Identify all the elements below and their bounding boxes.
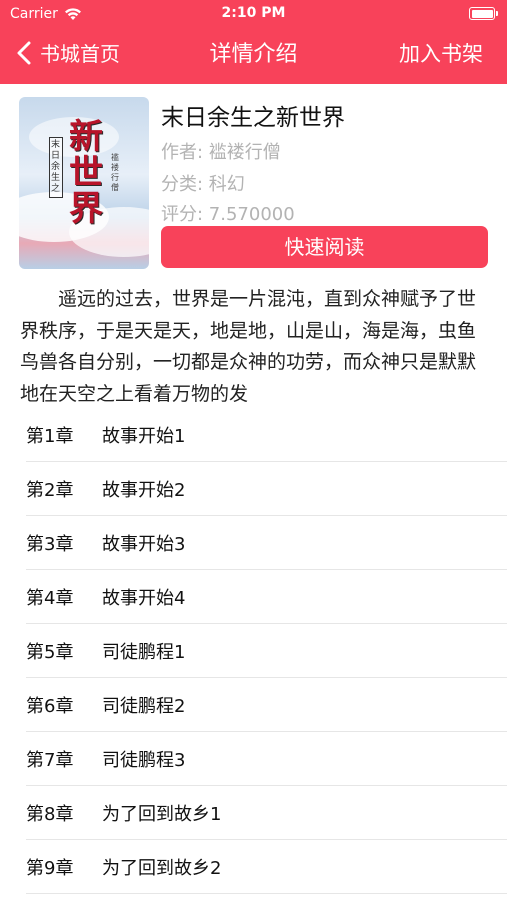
status-bar: Carrier 2:10 PM [0,0,507,28]
book-score: 评分: 7.570000 [161,204,295,225]
chapter-title: 故事开始1 [102,425,186,447]
chapter-number: 第7章 [26,749,74,771]
clock: 2:10 PM [221,5,286,21]
chapter-number: 第8章 [26,803,74,825]
navigation-bar: 书城首页 详情介绍 加入书架 [0,30,507,76]
chapter-item[interactable]: 第6章 司徒鹏程2 [26,678,507,732]
chapter-item[interactable]: 第9章 为了回到故乡2 [26,840,507,894]
chapter-title: 司徒鹏程1 [102,641,186,663]
cover-title: 新世界 [69,117,103,229]
book-category: 分类: 科幻 [161,174,245,195]
chapter-number: 第4章 [26,587,74,609]
chapter-item[interactable]: 第5章 司徒鹏程1 [26,624,507,678]
book-cover[interactable]: 末日余生之 新世界 褴褛行僧 [19,97,149,269]
chapter-item[interactable]: 第1章 故事开始1 [26,408,507,462]
add-to-shelf-button[interactable]: 加入书架 [399,38,483,68]
chapter-item[interactable]: 第7章 司徒鹏程3 [26,732,507,786]
quick-read-button[interactable]: 快速阅读 [161,226,488,268]
chapter-title: 为了回到故乡1 [102,803,222,825]
chapter-number: 第2章 [26,479,74,501]
chapter-title: 司徒鹏程3 [102,749,186,771]
chevron-left-icon [14,40,36,66]
chapter-item[interactable]: 第4章 故事开始4 [26,570,507,624]
book-title: 末日余生之新世界 [161,105,345,131]
cover-author: 褴褛行僧 [111,153,119,192]
chapter-title: 为了回到故乡2 [102,857,222,879]
book-author: 作者: 褴褛行僧 [161,142,281,163]
chapter-title: 司徒鹏程2 [102,695,186,717]
chapter-item[interactable]: 第2章 故事开始2 [26,462,507,516]
chapter-list: 第1章 故事开始1 第2章 故事开始2 第3章 故事开始3 第4章 故事开始4 … [0,408,507,894]
back-button-label: 书城首页 [40,42,120,66]
chapter-number: 第6章 [26,695,74,717]
battery-icon [469,7,498,20]
back-button[interactable]: 书城首页 [14,38,120,67]
chapter-number: 第1章 [26,425,74,447]
book-info: 末日余生之 新世界 褴褛行僧 末日余生之新世界 作者: 褴褛行僧 分类: 科幻 … [0,84,507,274]
chapter-number: 第5章 [26,641,74,663]
chapter-number: 第9章 [26,857,74,879]
book-description: 遥远的过去，世界是一片混沌，直到众神赋予了世界秩序，于是天是天，地是地，山是山，… [20,288,477,405]
chapter-number: 第3章 [26,533,74,555]
cover-subtitle: 末日余生之 [49,137,63,198]
chapter-item[interactable]: 第3章 故事开始3 [26,516,507,570]
chapter-title: 故事开始2 [102,479,186,501]
top-bar: Carrier 2:10 PM 书城首页 详情介绍 加入书架 [0,0,507,84]
chapter-title: 故事开始4 [102,587,186,609]
chapter-item[interactable]: 第8章 为了回到故乡1 [26,786,507,840]
chapter-title: 故事开始3 [102,533,186,555]
